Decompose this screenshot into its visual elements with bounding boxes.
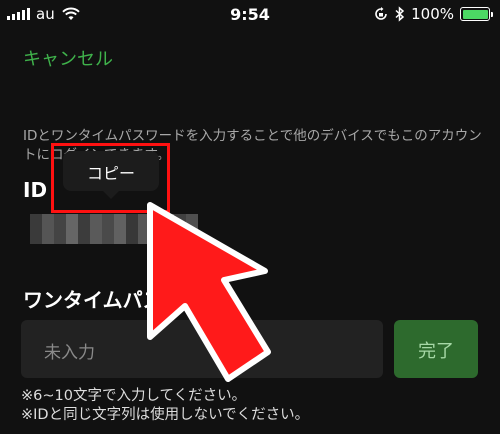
password-placeholder: 未入力 — [44, 343, 95, 363]
status-bar-right: 100% — [373, 5, 493, 23]
highlight-frame — [51, 143, 170, 213]
battery-icon — [460, 7, 493, 21]
note-not-same-as-id: ※IDと同じ文字列は使用しないでください。 — [21, 407, 310, 423]
note-length: ※6~10文字で入力してください。 — [21, 388, 247, 404]
battery-percent: 100% — [411, 5, 454, 23]
orientation-lock-icon — [375, 7, 387, 20]
bluetooth-icon — [395, 6, 405, 22]
done-button-label: 完了 — [418, 341, 454, 362]
done-button[interactable]: 完了 — [394, 320, 478, 378]
id-label: ID — [23, 178, 48, 202]
cancel-button[interactable]: キャンセル — [23, 45, 113, 71]
status-bar: au 9:54 100% — [0, 0, 500, 30]
input-notes: ※6~10文字で入力してください。 ※IDと同じ文字列は使用しないでください。 — [21, 387, 309, 425]
id-value-pixelated[interactable] — [30, 214, 198, 244]
battery-level-fill — [462, 9, 488, 19]
password-label: ワンタイムパスワード — [23, 288, 223, 312]
password-input[interactable]: 未入力 — [21, 320, 383, 378]
